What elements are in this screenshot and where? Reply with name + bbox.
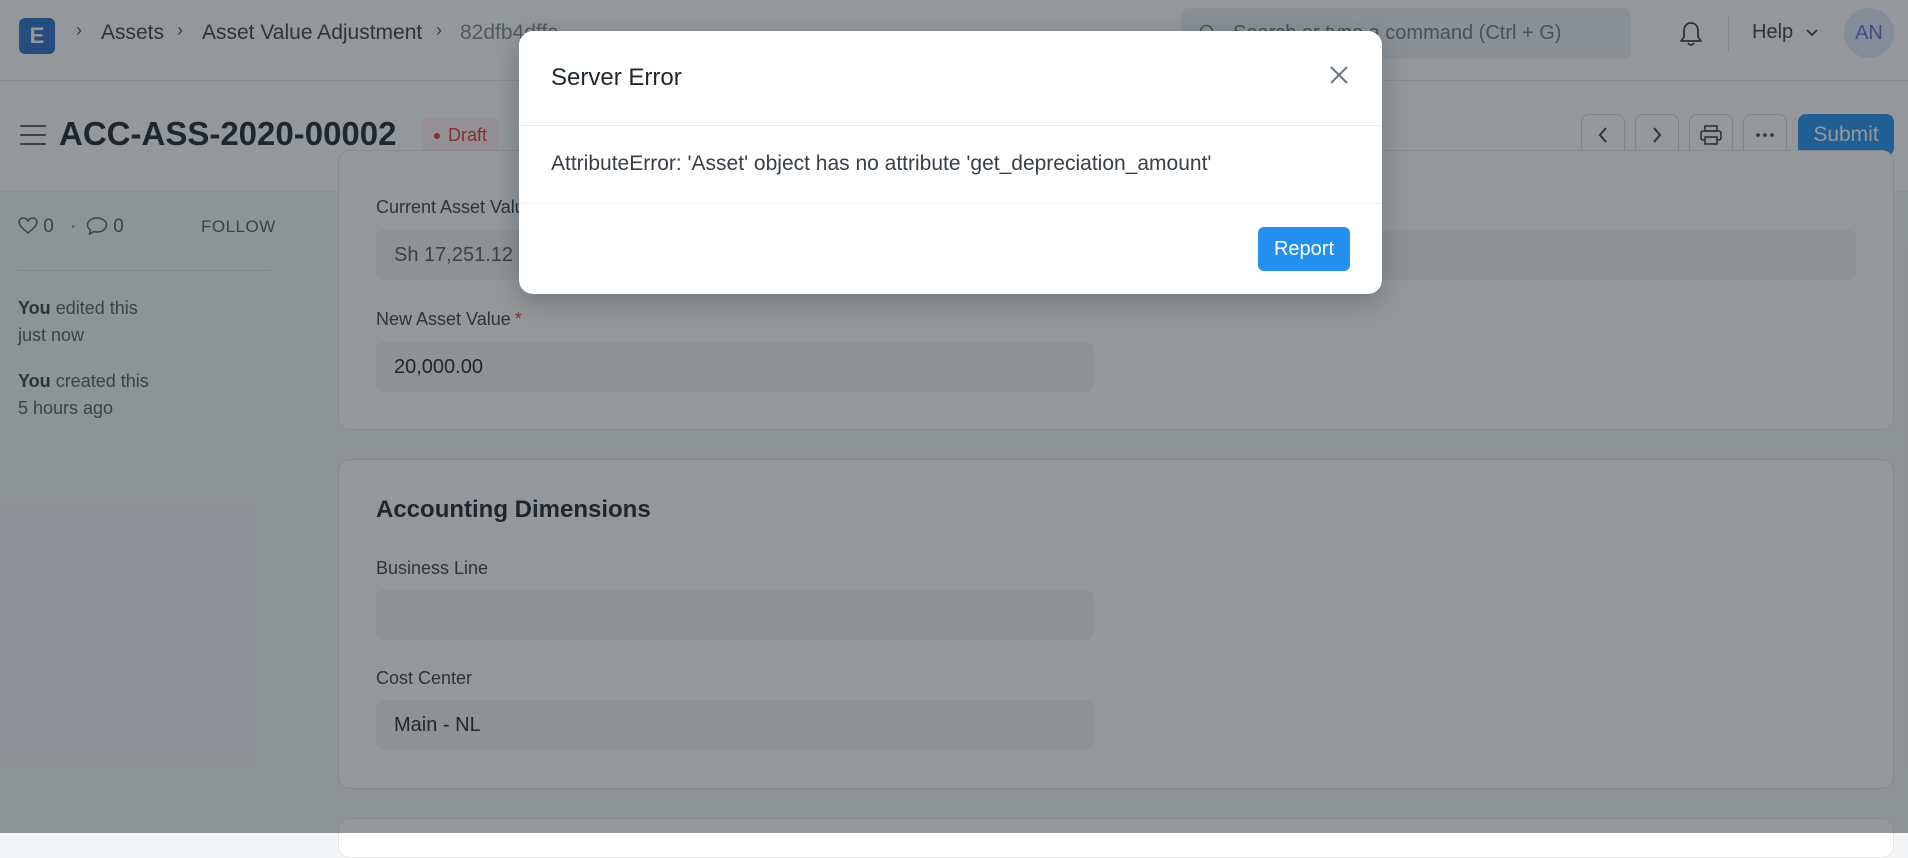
modal-header-divider	[519, 125, 1382, 126]
close-icon[interactable]	[1327, 63, 1351, 87]
report-button[interactable]: Report	[1258, 227, 1350, 271]
modal-title: Server Error	[551, 64, 682, 91]
server-error-dialog: Server Error AttributeError: 'Asset' obj…	[519, 31, 1382, 294]
error-message: AttributeError: 'Asset' object has no at…	[551, 152, 1212, 175]
modal-footer-divider	[519, 203, 1382, 204]
